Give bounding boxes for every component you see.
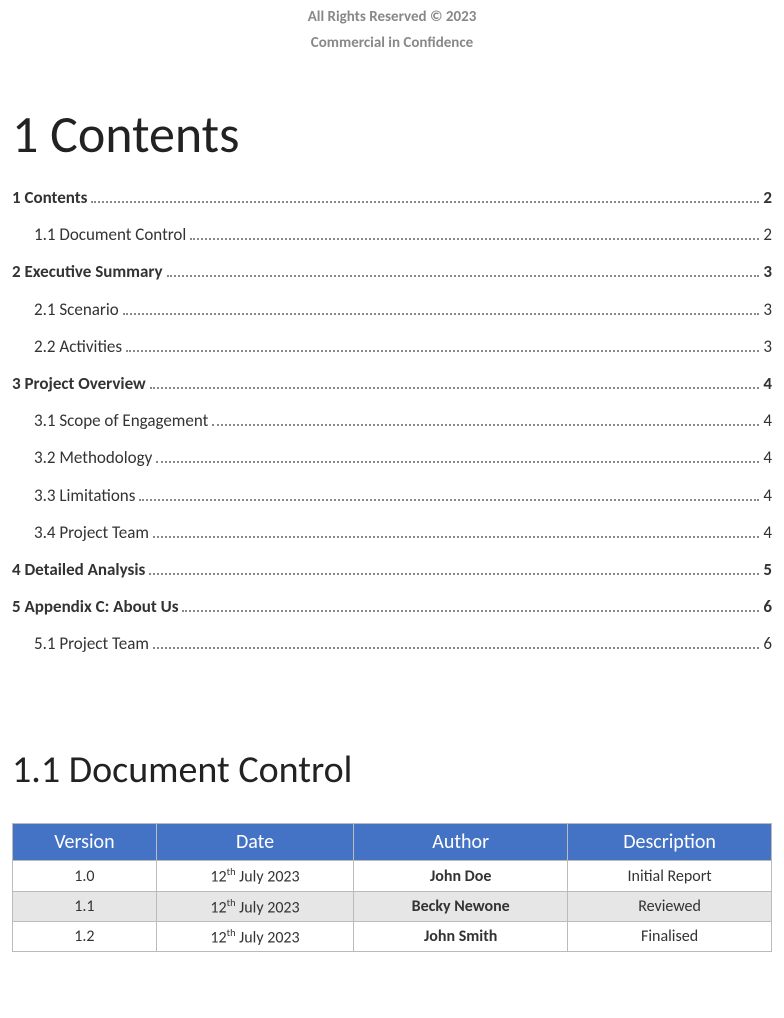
cell-author: John Doe (354, 861, 568, 891)
cell-date: 12th July 2023 (156, 861, 353, 891)
header-meta: All Rights Reserved © 2023 Commercial in… (12, 0, 772, 52)
cell-author: John Smith (354, 922, 568, 952)
toc-entry[interactable]: 5 Appendix C: About Us 6 (12, 593, 772, 620)
toc-entry-title: 1.1 Document Control (34, 221, 186, 248)
toc-entry[interactable]: 3.3 Limitations 4 (12, 482, 772, 509)
toc-entry-page: 2 (763, 221, 772, 248)
toc-entry-page: 4 (763, 407, 772, 434)
toc-entry-page: 6 (763, 630, 772, 657)
cell-description: Finalised (568, 922, 772, 952)
toc-leader (190, 223, 759, 240)
toc-entry-page: 2 (763, 184, 772, 211)
th-date: Date (156, 824, 353, 861)
cell-date: 12th July 2023 (156, 891, 353, 921)
toc-entry-title: 3.1 Scope of Engagement (34, 407, 208, 434)
toc-entry-page: 4 (763, 370, 772, 397)
toc-entry[interactable]: 1 Contents 2 (12, 184, 772, 211)
toc-leader (182, 595, 759, 612)
toc-entry-title: 3.2 Methodology (34, 444, 152, 471)
toc-leader (123, 298, 760, 315)
toc-leader (153, 632, 759, 649)
confidence-text: Commercial in Confidence (12, 34, 772, 52)
toc-entry-title: 2.2 Activities (34, 333, 122, 360)
toc-entry-page: 4 (763, 519, 772, 546)
toc-entry-page: 3 (763, 333, 772, 360)
toc-entry-page: 3 (763, 296, 772, 323)
toc-entry-title: 2.1 Scenario (34, 296, 119, 323)
toc-entry[interactable]: 3.1 Scope of Engagement 4 (12, 407, 772, 434)
table-of-contents: 1 Contents 2 1.1 Document Control 2 2 Execut… (12, 184, 772, 657)
toc-entry[interactable]: 3.4 Project Team 4 (12, 519, 772, 546)
th-description: Description (568, 824, 772, 861)
toc-entry[interactable]: 2.2 Activities 3 (12, 333, 772, 360)
toc-leader (126, 335, 759, 352)
toc-entry[interactable]: 3 Project Overview 4 (12, 370, 772, 397)
document-control-heading: 1.1 Document Control (12, 747, 772, 793)
toc-leader (153, 521, 759, 538)
toc-entry-title: 5.1 Project Team (34, 630, 149, 657)
table-row: 1.212th July 2023John SmithFinalised (13, 922, 772, 952)
toc-leader (149, 558, 759, 575)
cell-description: Initial Report (568, 861, 772, 891)
toc-leader (212, 409, 759, 426)
toc-entry-page: 6 (763, 593, 772, 620)
copyright-text: All Rights Reserved © 2023 (12, 8, 772, 26)
toc-entry-title: 3 Project Overview (12, 370, 146, 397)
table-header-row: Version Date Author Description (13, 824, 772, 861)
toc-leader (91, 186, 759, 203)
toc-entry[interactable]: 3.2 Methodology 4 (12, 444, 772, 471)
cell-author: Becky Newone (354, 891, 568, 921)
toc-entry-title: 5 Appendix C: About Us (12, 593, 178, 620)
toc-entry[interactable]: 1.1 Document Control 2 (12, 221, 772, 248)
cell-version: 1.1 (13, 891, 157, 921)
toc-entry-page: 3 (763, 258, 772, 285)
toc-entry-title: 3.3 Limitations (34, 482, 135, 509)
toc-entry-title: 4 Detailed Analysis (12, 556, 145, 583)
document-control-table: Version Date Author Description 1.012th … (12, 823, 772, 952)
cell-version: 1.2 (13, 922, 157, 952)
toc-entry[interactable]: 2 Executive Summary 3 (12, 258, 772, 285)
th-author: Author (354, 824, 568, 861)
toc-entry-title: 3.4 Project Team (34, 519, 149, 546)
toc-entry-title: 2 Executive Summary (12, 258, 163, 285)
toc-entry-page: 5 (763, 556, 772, 583)
cell-version: 1.0 (13, 861, 157, 891)
toc-leader (167, 260, 760, 277)
contents-heading: 1 Contents (12, 102, 772, 166)
table-row: 1.012th July 2023John DoeInitial Report (13, 861, 772, 891)
table-row: 1.112th July 2023Becky NewoneReviewed (13, 891, 772, 921)
toc-entry[interactable]: 2.1 Scenario 3 (12, 296, 772, 323)
cell-date: 12th July 2023 (156, 922, 353, 952)
toc-entry[interactable]: 4 Detailed Analysis 5 (12, 556, 772, 583)
th-version: Version (13, 824, 157, 861)
toc-leader (139, 484, 759, 501)
toc-leader (150, 372, 760, 389)
toc-entry-title: 1 Contents (12, 184, 87, 211)
cell-description: Reviewed (568, 891, 772, 921)
toc-entry[interactable]: 5.1 Project Team 6 (12, 630, 772, 657)
toc-entry-page: 4 (763, 482, 772, 509)
toc-leader (156, 446, 759, 463)
toc-entry-page: 4 (763, 444, 772, 471)
